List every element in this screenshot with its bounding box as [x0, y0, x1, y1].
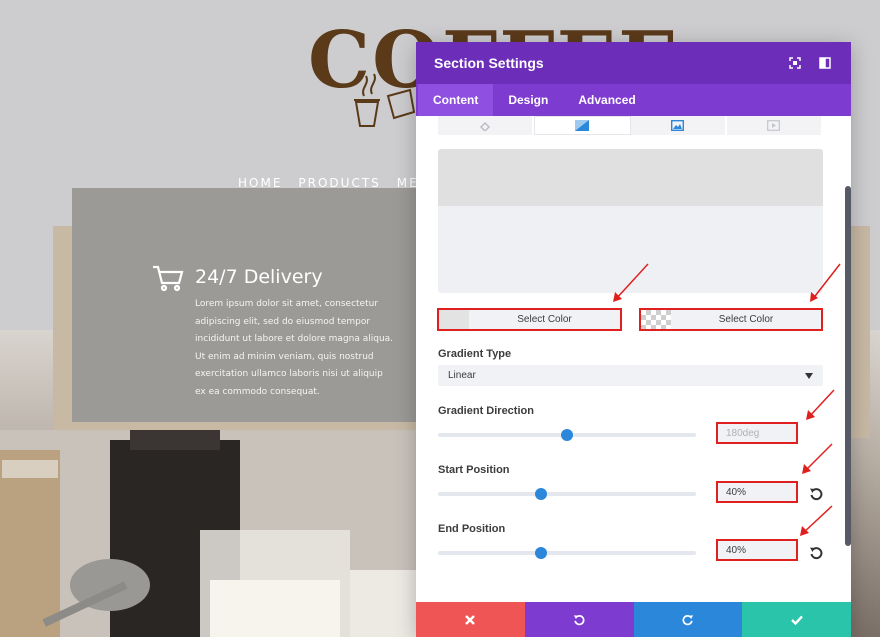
- gradient-end-color-picker[interactable]: Select Color: [639, 308, 823, 331]
- feature-title: 24/7 Delivery: [195, 266, 323, 288]
- fullscreen-icon[interactable]: [787, 55, 803, 71]
- save-button[interactable]: [742, 602, 851, 637]
- modal-title: Section Settings: [434, 55, 544, 71]
- feature-description: Lorem ipsum dolor sit amet, consectetur …: [195, 299, 394, 397]
- paint-bucket-icon: [480, 121, 491, 131]
- gradient-direction-input[interactable]: 180deg: [716, 422, 798, 444]
- annotation-arrow-start-position: [802, 443, 833, 474]
- gradient-direction-slider-handle[interactable]: [561, 429, 573, 441]
- checkmark-icon: [790, 615, 803, 625]
- tab-advanced[interactable]: Advanced: [563, 84, 650, 116]
- annotation-arrow-start-color: [613, 263, 649, 302]
- redo-button[interactable]: [633, 602, 743, 637]
- video-icon: [767, 120, 781, 131]
- end-position-input[interactable]: 40%: [716, 539, 798, 561]
- gradient-icon: [575, 120, 590, 131]
- start-position-label: Start Position: [438, 464, 510, 476]
- color-fill-tab[interactable]: [438, 116, 535, 135]
- start-position-slider-handle[interactable]: [535, 488, 548, 500]
- section-settings-modal: Section Settings Content Design Advanced: [416, 42, 851, 637]
- start-color-label: Select Color: [517, 314, 572, 325]
- modal-footer: [416, 602, 851, 637]
- end-color-swatch: [641, 310, 671, 329]
- undo-icon: [573, 614, 585, 625]
- gradient-direction-slider[interactable]: [438, 429, 696, 441]
- end-position-slider[interactable]: [438, 547, 696, 559]
- annotation-arrow-direction: [806, 389, 835, 420]
- tab-design[interactable]: Design: [493, 84, 563, 116]
- coffee-cups-logo-icon: [354, 73, 416, 127]
- modal-scrollbar[interactable]: [845, 186, 851, 546]
- gradient-direction-label: Gradient Direction: [438, 405, 534, 417]
- redo-icon: [682, 614, 694, 625]
- end-position-label: End Position: [438, 523, 506, 535]
- split-view-icon[interactable]: [817, 55, 833, 71]
- close-icon: [465, 614, 476, 625]
- end-position-slider-handle[interactable]: [535, 547, 548, 559]
- reset-start-position-icon[interactable]: [809, 487, 823, 501]
- video-tab[interactable]: [726, 116, 823, 135]
- gradient-preview-top: [438, 149, 823, 206]
- start-position-input[interactable]: 40%: [716, 481, 798, 503]
- start-position-slider[interactable]: [438, 488, 696, 500]
- start-color-swatch: [439, 310, 469, 329]
- tab-content[interactable]: Content: [418, 84, 494, 116]
- image-icon: [671, 120, 685, 131]
- image-tab[interactable]: [630, 116, 727, 135]
- gradient-tab[interactable]: [534, 116, 631, 135]
- gradient-type-select[interactable]: Linear: [438, 365, 823, 386]
- annotation-arrow-end-color: [810, 263, 841, 302]
- undo-button[interactable]: [524, 602, 634, 637]
- reset-end-position-icon[interactable]: [809, 546, 823, 560]
- gradient-type-label: Gradient Type: [438, 348, 512, 360]
- end-color-label: Select Color: [718, 314, 774, 325]
- modal-tabs: Content Design Advanced: [416, 84, 851, 116]
- background-type-tabs: [438, 116, 823, 135]
- shopping-cart-icon: [153, 265, 184, 292]
- discard-button[interactable]: [416, 602, 525, 637]
- chevron-down-icon: [805, 372, 813, 379]
- gradient-start-color-picker[interactable]: Select Color: [437, 308, 622, 331]
- coffee-equipment-image: [0, 430, 416, 637]
- modal-header: Section Settings: [416, 42, 851, 84]
- annotation-arrow-end-position: [800, 505, 833, 536]
- gradient-type-value: Linear: [448, 370, 476, 381]
